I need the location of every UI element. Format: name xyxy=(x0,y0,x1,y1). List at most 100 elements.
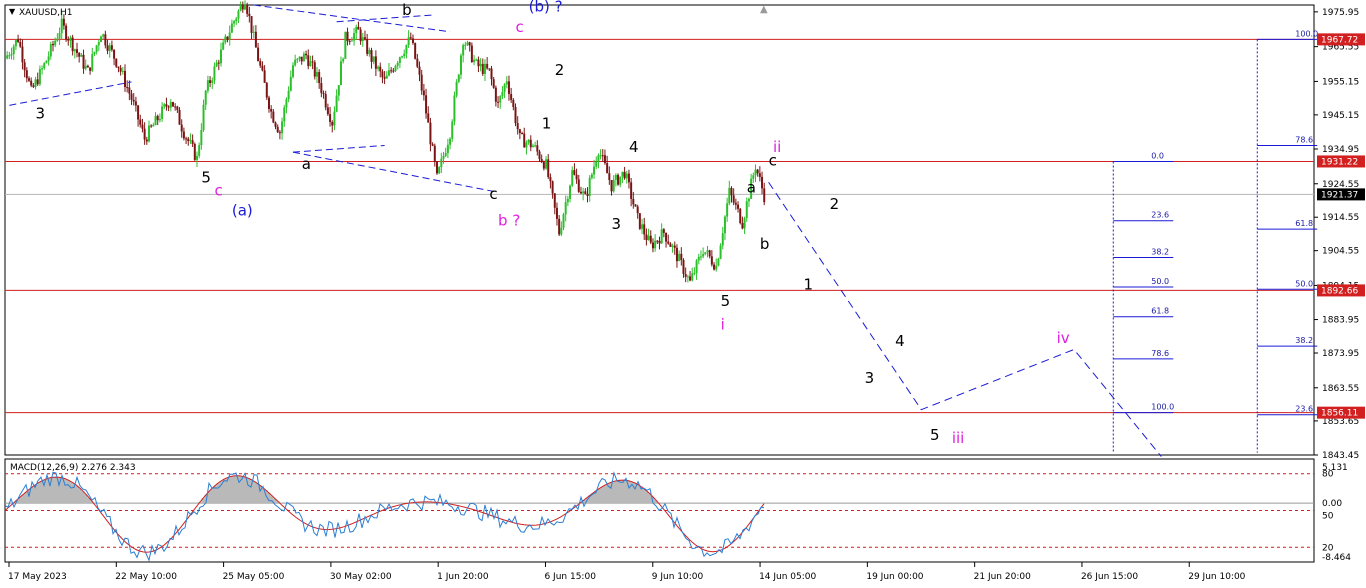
candle-body-141 xyxy=(313,62,316,77)
candle-body-199 xyxy=(440,158,443,168)
fib-2-label-5: 23.6 xyxy=(1295,405,1313,414)
candle-body-8 xyxy=(23,62,26,71)
macd-axis: 5.131800.005020-8.464 xyxy=(1322,463,1351,563)
candle-body-9 xyxy=(25,70,28,79)
candle-body-212 xyxy=(468,42,471,46)
fib-2-label-1: 78.6 xyxy=(1295,135,1313,144)
candle-body-142 xyxy=(315,72,318,77)
candle-body-106 xyxy=(237,10,240,19)
fib-1-label-2: 38.2 xyxy=(1151,248,1169,257)
candle-body-36 xyxy=(84,65,87,69)
candle-body-76 xyxy=(171,101,174,107)
candle-body-174 xyxy=(385,75,388,79)
candle-body-246 xyxy=(542,162,545,169)
candle-body-108 xyxy=(241,5,244,10)
wave-label-25: iii xyxy=(952,429,965,447)
candle-body-63 xyxy=(143,128,146,140)
candle-body-143 xyxy=(318,72,321,84)
candle-body-192 xyxy=(425,95,428,114)
wave-label-17: b xyxy=(760,235,770,253)
candle-body-196 xyxy=(433,145,436,162)
candle-body-148 xyxy=(329,114,332,123)
candle-body-64 xyxy=(145,139,148,142)
candle-body-198 xyxy=(438,167,441,174)
candle-body-275 xyxy=(606,163,609,174)
candle-body-157 xyxy=(348,40,351,42)
candle-body-327 xyxy=(719,245,722,259)
time-tick-label-3: 30 May 02:00 xyxy=(330,572,392,582)
wave-label-7: c xyxy=(516,18,524,36)
candle-body-98 xyxy=(219,49,222,64)
candle-body-328 xyxy=(721,233,724,246)
level-tag-label-0: 1967.72 xyxy=(1321,35,1358,45)
level-tag-label-2: 1892.66 xyxy=(1321,286,1358,296)
candle-body-296 xyxy=(651,242,654,249)
candle-body-314 xyxy=(691,273,694,281)
candle-body-259 xyxy=(571,170,574,186)
candle-body-245 xyxy=(540,159,543,163)
price-tick-label-9: 1883.95 xyxy=(1322,316,1359,326)
candle-body-182 xyxy=(403,53,406,57)
price-tick-label-3: 1945.15 xyxy=(1322,111,1359,121)
candle-body-195 xyxy=(431,144,434,146)
fib-1-label-0: 0.0 xyxy=(1151,151,1164,160)
price-tick-label-7: 1904.55 xyxy=(1322,247,1359,257)
candle-body-26 xyxy=(62,18,65,26)
candle-body-48 xyxy=(110,45,113,50)
main-chart-frame xyxy=(4,4,1315,456)
candle-body-155 xyxy=(344,31,347,59)
candle-body-278 xyxy=(612,179,615,192)
candle-body-241 xyxy=(531,145,534,148)
candle-body-144 xyxy=(320,83,323,94)
candle-body-135 xyxy=(300,56,303,62)
candle-body-298 xyxy=(656,240,659,242)
candle-body-7 xyxy=(21,46,24,63)
candle-body-215 xyxy=(475,59,478,61)
candle-body-162 xyxy=(359,29,362,42)
candle-body-21 xyxy=(51,44,54,46)
candle-body-191 xyxy=(422,90,425,96)
candle-body-279 xyxy=(614,174,617,180)
macd-axis-20: 20 xyxy=(1322,543,1334,553)
candle-body-337 xyxy=(741,223,744,229)
candle-body-253 xyxy=(558,218,561,235)
wave-label-5: b xyxy=(402,1,412,19)
candle-body-173 xyxy=(383,77,386,79)
candle-body-233 xyxy=(514,107,517,124)
candle-body-255 xyxy=(562,214,565,228)
fib-2-label-4: 38.2 xyxy=(1295,336,1313,345)
candle-body-239 xyxy=(527,139,530,143)
candle-body-256 xyxy=(564,202,567,215)
candle-body-197 xyxy=(435,161,438,174)
candle-body-261 xyxy=(575,174,578,180)
scroll-marker-icon[interactable]: ▲ xyxy=(760,4,768,15)
candle-body-323 xyxy=(710,256,713,265)
candle-body-166 xyxy=(368,50,371,54)
candle-body-289 xyxy=(636,206,639,214)
candle-body-28 xyxy=(67,39,70,41)
candle-body-153 xyxy=(339,61,342,86)
candle-body-172 xyxy=(381,71,384,78)
candle-body-223 xyxy=(492,79,495,88)
candle-body-297 xyxy=(654,240,657,249)
time-tick-label-10: 26 Jun 15:00 xyxy=(1081,572,1138,582)
candle-body-15 xyxy=(38,68,41,85)
fib-1-label-6: 100.0 xyxy=(1151,403,1174,412)
macd-axis-zero: 0.00 xyxy=(1322,499,1342,509)
candle-body-158 xyxy=(350,40,353,42)
candle-body-243 xyxy=(536,145,539,152)
candle-body-322 xyxy=(708,250,711,257)
price-tick-label-11: 1863.55 xyxy=(1322,384,1359,394)
candle-body-70 xyxy=(158,118,161,121)
candle-body-150 xyxy=(333,111,336,126)
candle-body-88 xyxy=(198,145,201,156)
price-tick-label-2: 1955.15 xyxy=(1322,77,1359,87)
candle-body-189 xyxy=(418,66,421,75)
candle-body-194 xyxy=(429,122,432,145)
candle-body-20 xyxy=(49,44,52,57)
candle-body-110 xyxy=(246,4,249,14)
candle-body-188 xyxy=(416,58,419,67)
candle-body-200 xyxy=(442,155,445,159)
candle-body-211 xyxy=(466,42,469,45)
level-tag-label-3: 1856.11 xyxy=(1321,409,1358,419)
